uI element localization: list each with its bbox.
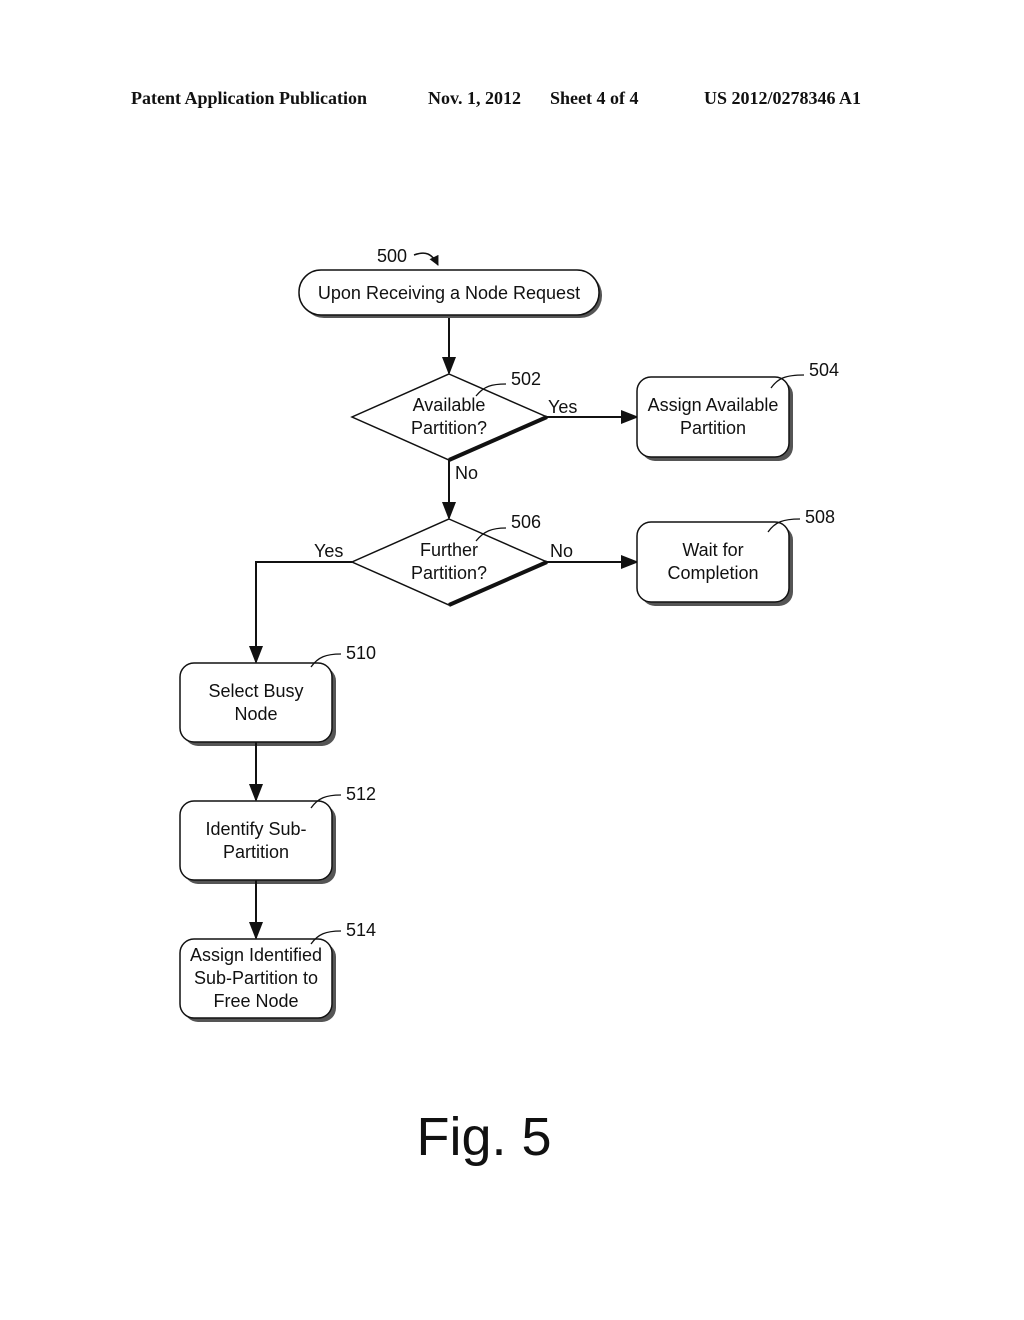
ref-504-label: 504 [809,360,839,380]
decision-506-line-1: Further [420,540,478,560]
edge-506-no-label: No [550,541,573,561]
flowchart: Upon Receiving a Node Request 500 Availa… [179,246,839,1167]
process-512-line-2: Partition [223,842,289,862]
ref-500-label: 500 [377,246,407,266]
process-508: Wait for Completion [636,521,793,606]
edge-506-yes [249,561,352,664]
decision-502-line-1: Available [413,395,486,415]
start-label: Upon Receiving a Node Request [318,283,580,303]
process-504-line-1: Assign Available [648,395,779,415]
ref-514-label: 514 [346,920,376,940]
decision-506-line-2: Partition? [411,563,487,583]
process-510: Select Busy Node [179,662,336,746]
edge-502-no-label: No [455,463,478,483]
ref-506-label: 506 [511,512,541,532]
process-514-line-1: Assign Identified [190,945,322,965]
process-512: Identify Sub- Partition [179,800,336,884]
ref-508-label: 508 [805,507,835,527]
edge-502-yes-label: Yes [548,397,577,417]
process-504-line-2: Partition [680,418,746,438]
process-508-line-2: Completion [667,563,758,583]
ref-502-label: 502 [511,369,541,389]
process-514: Assign Identified Sub-Partition to Free … [179,938,336,1022]
start-terminal: Upon Receiving a Node Request [298,269,602,318]
process-504: Assign Available Partition [636,376,793,461]
process-510-line-2: Node [234,704,277,724]
ref-512-label: 512 [346,784,376,804]
decision-502-line-2: Partition? [411,418,487,438]
ref-500: 500 [377,246,439,266]
process-514-line-3: Free Node [213,991,298,1011]
process-514-line-2: Sub-Partition to [194,968,318,988]
process-510-line-1: Select Busy [208,681,303,701]
ref-510-label: 510 [346,643,376,663]
process-512-line-1: Identify Sub- [205,819,306,839]
process-508-line-1: Wait for [682,540,743,560]
figure-caption: Fig. 5 [416,1107,551,1167]
ref-500-arrow-icon [413,252,439,266]
edge-506-yes-label: Yes [314,541,343,561]
